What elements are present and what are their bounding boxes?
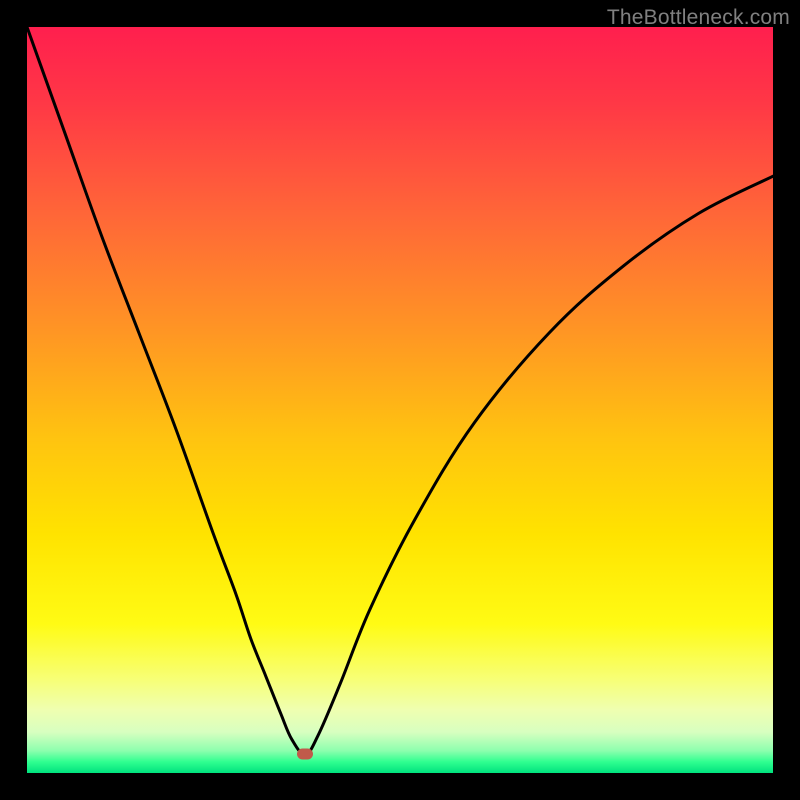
watermark-text: TheBottleneck.com — [607, 6, 790, 30]
bottleneck-curve — [27, 27, 773, 773]
optimum-marker — [297, 749, 313, 760]
chart-frame — [27, 27, 773, 773]
